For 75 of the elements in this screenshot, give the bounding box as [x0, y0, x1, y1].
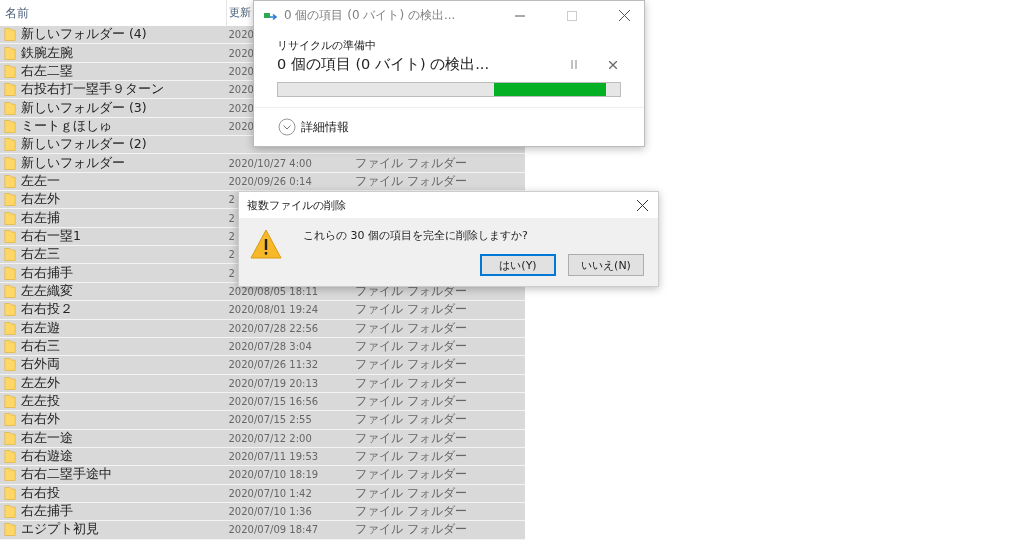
modified-date: 2020	[228, 120, 254, 132]
file-type: ファイル フォルダー	[355, 375, 467, 390]
modified-date: 2020/07/19 20:13	[228, 377, 319, 389]
modified-date: 2020/07/10 18:19	[228, 469, 319, 481]
modified-date: 2020/07/10 1:42	[228, 487, 312, 499]
file-name: 右右外	[21, 411, 60, 429]
file-name: 右右投２	[21, 301, 73, 319]
file-type: ファイル フォルダー	[355, 467, 467, 482]
confirm-message: これらの 30 個の項目を完全に削除しますか?	[303, 228, 529, 243]
modified-date: 2020/07/11 19:53	[228, 451, 319, 463]
file-type: ファイル フォルダー	[355, 485, 467, 500]
file-name: 右右捕手	[21, 264, 73, 282]
status-text: リサイクルの準備中	[277, 38, 377, 54]
modified-date: 2020	[228, 47, 254, 59]
file-name: 右左遊	[21, 319, 60, 337]
file-name: 右外両	[21, 356, 60, 374]
modified-date: 2	[228, 194, 235, 206]
modified-date: 2020/09/26 0:14	[228, 175, 312, 187]
file-name: 右左二塁	[21, 62, 73, 80]
file-name: 新しいフォルダー (3)	[21, 99, 147, 117]
modified-date: 2020	[228, 102, 254, 114]
file-name: 右左捕手	[21, 503, 73, 521]
file-name: 左左外	[21, 374, 60, 392]
file-name: 右左一途	[21, 429, 73, 447]
file-type: ファイル フォルダー	[355, 357, 467, 372]
file-name: 右右一塁1	[21, 227, 81, 245]
modified-date: 2	[228, 249, 235, 261]
modified-date: 2020/07/26 11:32	[228, 359, 319, 371]
modified-date: 2020	[228, 65, 254, 77]
modified-date: 2020/08/01 19:24	[228, 304, 319, 316]
file-type: ファイル フォルダー	[355, 394, 467, 409]
file-name: 右右二塁手途中	[21, 466, 112, 484]
modified-date: 2020	[228, 84, 254, 96]
dialog-title: 複数ファイルの削除	[247, 197, 346, 213]
file-name: ミートｇほしゅ	[21, 117, 112, 135]
modified-date: 2020/07/28 22:56	[228, 322, 319, 334]
modified-date: 2020/07/15 2:55	[228, 414, 312, 426]
file-type: ファイル フォルダー	[355, 504, 467, 519]
modified-date: 2020/07/10 1:36	[228, 506, 312, 518]
file-type: ファイル フォルダー	[355, 155, 467, 170]
file-type: ファイル フォルダー	[355, 302, 467, 317]
file-name: 右左捕	[21, 209, 60, 227]
modified-date: 2020/07/28 3:04	[228, 341, 312, 352]
progress-heading: 0 個の項目 (0 バイト) の検出...	[277, 55, 490, 75]
file-type: ファイル フォルダー	[355, 449, 467, 464]
file-name: 新しいフォルダー	[21, 154, 125, 172]
modified-date: 2020/07/15 16:56	[228, 396, 319, 408]
file-name: 右右三	[21, 338, 60, 355]
file-type: ファイル フォルダー	[355, 430, 467, 445]
file-type: ファイル フォルダー	[355, 339, 467, 353]
window-title: 0 個の項目 (0 バイト) の検出...	[284, 7, 456, 25]
file-name: 右左三	[21, 246, 60, 264]
file-name: 右左外	[21, 191, 60, 209]
modified-date: 2020/10/27 4:00	[228, 157, 312, 169]
modified-date: 2	[228, 267, 235, 279]
file-name: 右投右打一塁手９ターン	[21, 81, 164, 99]
file-name: 左左投	[21, 393, 60, 411]
modified-date: 2	[228, 212, 235, 224]
modified-date: 2020/07/09 18:47	[228, 524, 319, 536]
file-type: ファイル フォルダー	[355, 522, 467, 537]
file-type: ファイル フォルダー	[355, 173, 467, 188]
file-name: エジプト初見	[21, 521, 99, 539]
modified-date: 2020/08/05 18:11	[228, 286, 319, 297]
file-name: 左左織変	[21, 283, 73, 300]
file-type: ファイル フォルダー	[355, 320, 467, 335]
modified-date: 2020/07/12 2:00	[228, 432, 312, 444]
file-type: ファイル フォルダー	[355, 412, 467, 427]
file-name: 右右投	[21, 484, 60, 502]
modified-date: 2020	[228, 29, 254, 41]
file-name: 左左一	[21, 172, 60, 190]
file-name: 鉄腕左腕	[21, 44, 73, 62]
file-name: 新しいフォルダー (2)	[21, 136, 147, 154]
file-name: 新しいフォルダー (4)	[21, 26, 147, 44]
modified-date: 2	[228, 230, 235, 242]
file-name: 右右遊途	[21, 448, 73, 466]
